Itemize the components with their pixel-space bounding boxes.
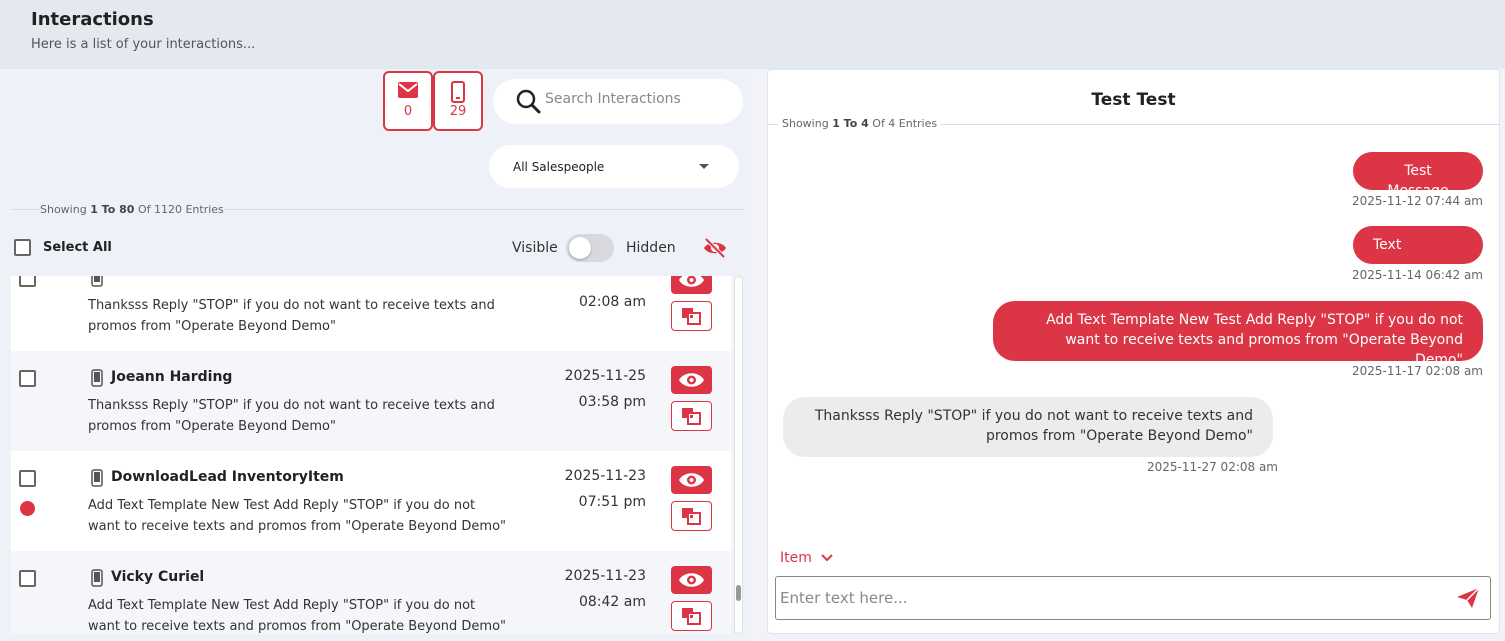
contact-name: Vicky Curiel	[111, 569, 205, 585]
message-time: 02:08 am	[578, 294, 646, 310]
mobile-phone-icon	[91, 469, 103, 491]
showing-prefix: Showing	[782, 117, 829, 130]
select-all-label: Select All	[43, 240, 112, 255]
list-item[interactable]: Thanksss Reply "STOP" if you do not want…	[11, 276, 732, 351]
view-button[interactable]	[671, 566, 712, 594]
message-timestamp: 2025-11-14 06:42 am	[1352, 268, 1483, 282]
row-checkbox[interactable]	[19, 276, 36, 287]
message-timestamp: 2025-11-27 02:08 am	[1147, 460, 1278, 474]
contact-name: Joeann Harding	[111, 369, 233, 385]
message-input[interactable]	[780, 589, 1440, 607]
sms-count: 29	[449, 104, 467, 119]
email-count: 0	[403, 104, 413, 119]
contact-name: DownloadLead InventoryItem	[111, 469, 344, 485]
email-counter-button[interactable]: 0	[383, 71, 433, 131]
mail-icon	[385, 81, 431, 101]
hidden-label: Hidden	[626, 240, 676, 256]
copy-button[interactable]	[671, 601, 712, 631]
salespeople-select-value: All Salespeople	[513, 160, 605, 174]
salespeople-select[interactable]: All Salespeople	[489, 145, 739, 188]
message-preview: Thanksss Reply "STOP" if you do not want…	[88, 398, 495, 434]
page-header: Interactions Here is a list of your inte…	[0, 0, 1505, 69]
conversation-panel: Test Test Showing 1 To 4 Of 4 Entries Te…	[767, 69, 1500, 634]
list-item[interactable]: DownloadLead InventoryItem Add Text Temp…	[11, 451, 732, 551]
page-subtitle: Here is a list of your interactions...	[31, 37, 256, 52]
message-timestamp: 2025-11-12 07:44 am	[1352, 194, 1483, 208]
list-item[interactable]: Vicky Curiel Add Text Template New Test …	[11, 551, 732, 634]
list-entries-count: Showing 1 To 80 Of 1120 Entries	[40, 203, 224, 216]
row-checkbox[interactable]	[19, 570, 36, 587]
copy-button[interactable]	[671, 401, 712, 431]
message-composer	[775, 576, 1491, 620]
copy-button[interactable]	[671, 301, 712, 331]
interaction-list: Thanksss Reply "STOP" if you do not want…	[11, 276, 732, 634]
message-bubble-outgoing: Text	[1353, 226, 1483, 264]
eye-slash-icon[interactable]	[702, 236, 728, 264]
conversation-entries-count: Showing 1 To 4 Of 4 Entries	[778, 117, 942, 130]
interactions-list-panel: 0 29 All Salespeople Showing 1 To 80 Of …	[0, 69, 752, 641]
list-item[interactable]: Joeann Harding Thanksss Reply "STOP" if …	[11, 351, 732, 451]
search-box	[493, 79, 743, 124]
message-bubble-outgoing: Test Message	[1353, 152, 1483, 199]
message-preview: Thanksss Reply "STOP" if you do not want…	[88, 298, 495, 334]
paper-plane-icon[interactable]	[1456, 587, 1480, 613]
mobile-phone-icon	[91, 276, 103, 291]
view-button[interactable]	[671, 276, 712, 294]
sms-counter-button[interactable]: 29	[433, 71, 483, 131]
mobile-phone-icon	[435, 81, 481, 103]
chevron-down-icon	[816, 550, 834, 566]
showing-prefix: Showing	[40, 203, 87, 216]
mobile-phone-icon	[91, 369, 103, 391]
message-preview: Add Text Template New Test Add Reply "ST…	[88, 598, 507, 634]
toggle-knob	[569, 237, 591, 259]
conversation-title: Test Test	[1091, 90, 1176, 110]
showing-range: 1 To 4	[832, 117, 869, 130]
item-dropdown-label: Item	[780, 550, 812, 566]
message-preview: Add Text Template New Test Add Reply "ST…	[88, 498, 507, 534]
visible-label: Visible	[512, 240, 558, 256]
page-title: Interactions	[31, 9, 154, 30]
view-button[interactable]	[671, 466, 712, 494]
mobile-phone-icon	[91, 569, 103, 591]
message-date: 2025-11-25	[564, 368, 646, 384]
message-date: 2025-11-23	[564, 468, 646, 484]
showing-suffix: Of 4 Entries	[872, 117, 938, 130]
message-timestamp: 2025-11-17 02:08 am	[1352, 364, 1483, 378]
message-time: 08:42 am	[578, 594, 646, 610]
message-time: 07:51 pm	[578, 494, 646, 510]
view-button[interactable]	[671, 366, 712, 394]
visibility-toggle[interactable]	[566, 234, 614, 262]
select-all-checkbox[interactable]	[14, 239, 31, 256]
message-time: 03:58 pm	[578, 394, 646, 410]
message-bubble-incoming: Thanksss Reply "STOP" if you do not want…	[783, 397, 1273, 457]
search-input[interactable]	[545, 91, 730, 107]
list-scrollbar[interactable]	[734, 276, 743, 634]
message-date: 2025-11-23	[564, 568, 646, 584]
message-bubble-outgoing: Add Text Template New Test Add Reply "ST…	[993, 301, 1483, 368]
copy-button[interactable]	[671, 501, 712, 531]
item-dropdown[interactable]: Item	[780, 550, 834, 566]
showing-range: 1 To 80	[90, 203, 135, 216]
search-icon[interactable]	[515, 88, 541, 118]
scrollbar-thumb[interactable]	[736, 585, 741, 601]
unread-indicator	[20, 501, 35, 516]
showing-suffix: Of 1120 Entries	[137, 203, 224, 216]
row-checkbox[interactable]	[19, 470, 36, 487]
caret-down-icon	[699, 164, 709, 169]
row-checkbox[interactable]	[19, 370, 36, 387]
